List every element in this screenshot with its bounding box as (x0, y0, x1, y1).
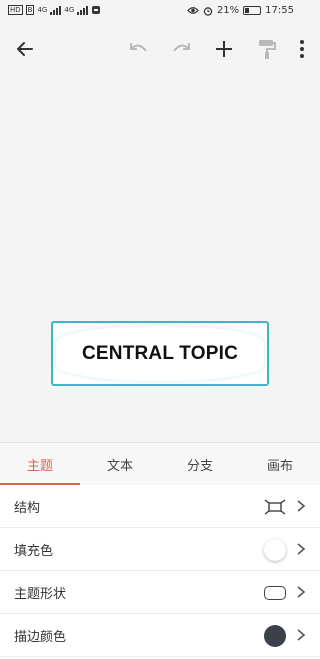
mindmap-canvas[interactable]: CENTRAL TOPIC (0, 74, 320, 442)
chevron-right-icon (297, 543, 306, 555)
add-button[interactable] (211, 36, 237, 62)
tab-branch[interactable]: 分支 (160, 443, 240, 485)
more-options-button[interactable] (289, 36, 315, 62)
topic-settings-list: 结构 填充色 主题形状 描边颜色 (0, 485, 320, 659)
topic-shape-label: 主题形状 (14, 586, 67, 602)
structure-label: 结构 (14, 500, 41, 516)
tab-canvas[interactable]: 画布 (240, 443, 320, 485)
format-tabs: 主题 文本 分支 画布 (0, 442, 320, 485)
fill-color-row[interactable]: 填充色 (0, 528, 320, 571)
battery-icon (243, 6, 262, 15)
chevron-right-icon (297, 586, 306, 598)
central-topic-node[interactable]: CENTRAL TOPIC (51, 321, 269, 386)
status-right: 21% 17:55 (187, 5, 294, 16)
signal-icon (77, 5, 89, 15)
format-painter-button[interactable] (254, 36, 280, 62)
redo-button[interactable] (168, 36, 194, 62)
stroke-color-label: 描边颜色 (14, 629, 67, 645)
fill-color-swatch (264, 538, 286, 561)
tab-text[interactable]: 文本 (80, 443, 160, 485)
tab-topic[interactable]: 主题 (0, 443, 80, 485)
structure-icon (264, 498, 286, 515)
battery-percent: 21% (216, 5, 240, 16)
format-painter-icon (259, 40, 276, 59)
topic-shape-row[interactable]: 主题形状 (0, 571, 320, 614)
structure-value (264, 485, 286, 528)
chevron-right-icon (297, 629, 306, 641)
undo-icon (130, 43, 147, 52)
b-indicator: B (25, 5, 35, 15)
fill-color-label: 填充色 (14, 543, 54, 559)
topic-shape-value (264, 571, 286, 614)
central-topic-label: CENTRAL TOPIC (81, 342, 239, 364)
eye-icon (187, 7, 199, 14)
notification-icon (92, 6, 101, 14)
back-button[interactable] (12, 36, 38, 62)
stroke-color-value (264, 614, 286, 657)
alarm-icon (203, 6, 213, 16)
add-icon (216, 41, 232, 57)
stroke-color-row[interactable]: 描边颜色 (0, 614, 320, 657)
status-bar: HD B 4G 4G 21% 17:55 (0, 0, 320, 24)
top-toolbar (0, 24, 320, 74)
more-vertical-icon (300, 40, 304, 58)
structure-row[interactable]: 结构 (0, 485, 320, 528)
status-left: HD B 4G 4G (8, 5, 101, 15)
chevron-right-icon (297, 500, 306, 512)
redo-icon (173, 43, 190, 52)
hd-indicator: HD (8, 5, 23, 15)
rounded-rect-shape-icon (264, 585, 286, 600)
signal-label-1: 4G (37, 6, 48, 14)
fill-color-value (264, 528, 286, 571)
status-time: 17:55 (265, 5, 294, 16)
signal-icon (50, 5, 62, 15)
undo-button[interactable] (126, 36, 152, 62)
back-arrow-icon (17, 42, 33, 56)
signal-label-2: 4G (64, 6, 75, 14)
stroke-color-swatch (264, 624, 286, 647)
